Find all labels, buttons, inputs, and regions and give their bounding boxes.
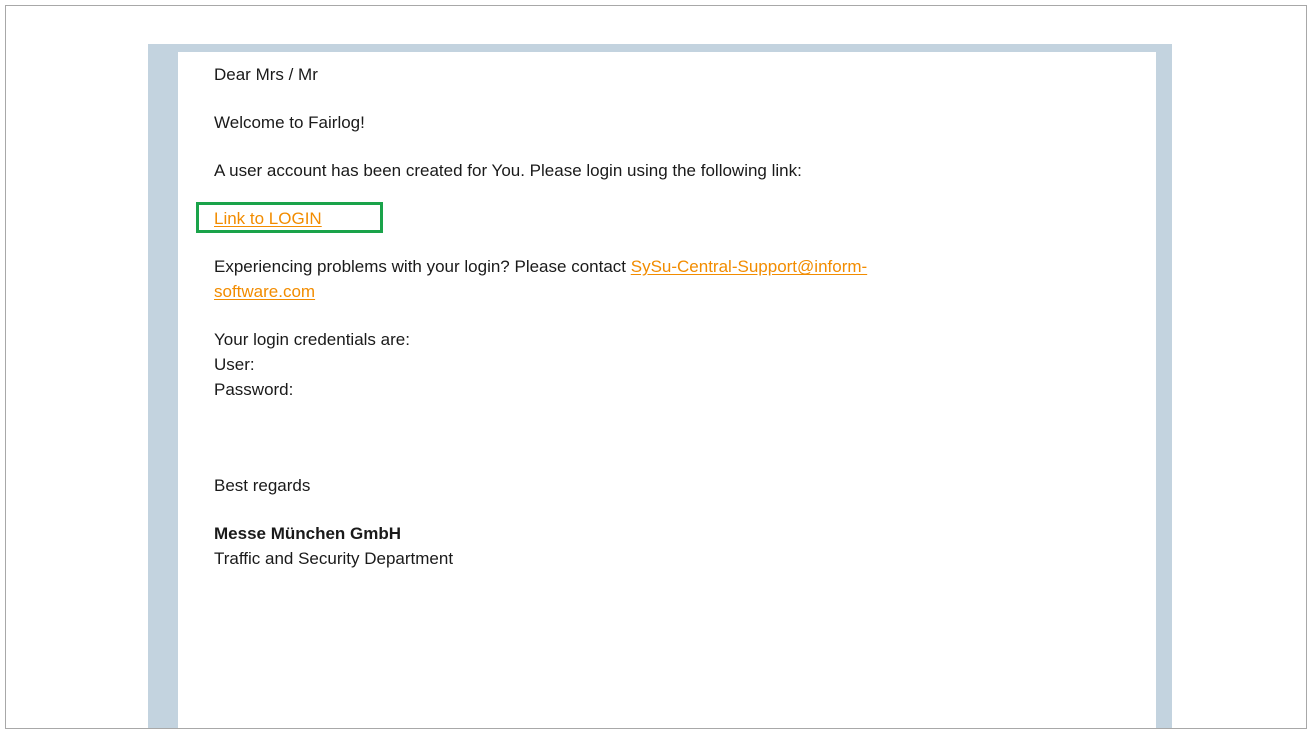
- company-name: Messe München GmbH: [214, 524, 402, 543]
- support-paragraph: Experiencing problems with your login? P…: [214, 254, 1114, 304]
- login-link[interactable]: Link to LOGIN: [214, 209, 322, 228]
- support-problems-text: Experiencing problems with your login? P…: [214, 257, 631, 276]
- password-label: Password:: [214, 380, 294, 399]
- email-backdrop: Dear Mrs / Mr Welcome to Fairlog! A user…: [148, 44, 1172, 728]
- closing-text: Best regards: [214, 476, 311, 495]
- department-name: Traffic and Security Department: [214, 549, 454, 568]
- email-content: Dear Mrs / Mr Welcome to Fairlog! A user…: [196, 62, 1114, 571]
- screenshot-frame: Dear Mrs / Mr Welcome to Fairlog! A user…: [5, 5, 1307, 729]
- support-email-part1: SySu-Central-Support@inform-: [630, 257, 868, 276]
- support-email-part2: software.com: [214, 282, 316, 301]
- credentials-block: Your login credentials are: User: Passwo…: [214, 327, 1114, 402]
- signature-block: Messe München GmbH Traffic and Security …: [214, 521, 1114, 571]
- user-label: User:: [214, 355, 255, 374]
- account-created-text: A user account has been created for You.…: [214, 161, 802, 180]
- greeting: Dear Mrs / Mr: [214, 65, 318, 84]
- credentials-heading: Your login credentials are:: [214, 330, 410, 349]
- welcome-text: Welcome to Fairlog!: [214, 113, 365, 132]
- login-link-wrapper: Link to LOGIN: [196, 202, 383, 233]
- email-body: Dear Mrs / Mr Welcome to Fairlog! A user…: [178, 52, 1156, 728]
- login-link-row: Link to LOGIN: [196, 202, 1114, 233]
